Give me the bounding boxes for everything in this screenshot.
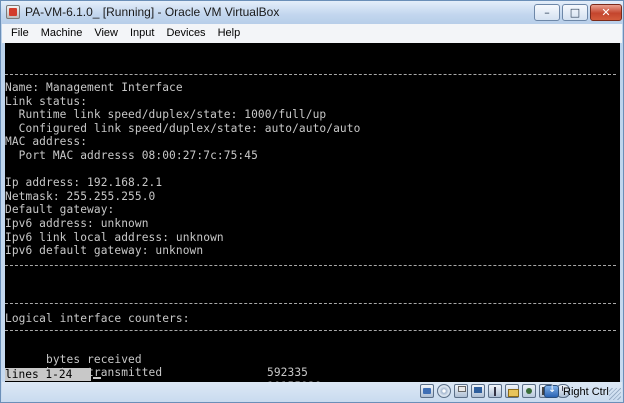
hard-disk-icon[interactable] xyxy=(420,384,434,398)
menu-bar: File Machine View Input Devices Help xyxy=(2,24,622,43)
maximize-button[interactable]: □ xyxy=(562,4,588,21)
menu-help[interactable]: Help xyxy=(212,24,247,43)
menu-file[interactable]: File xyxy=(2,24,35,43)
virtualbox-window: PA-VM-6.1.0_ [Running] - Oracle VM Virtu… xyxy=(0,0,624,403)
pager-status: lines 1-24 xyxy=(5,368,91,381)
title-bar[interactable]: PA-VM-6.1.0_ [Running] - Oracle VM Virtu… xyxy=(1,1,623,24)
counter-value: 592335 xyxy=(267,366,309,380)
window-title: PA-VM-6.1.0_ [Running] - Oracle VM Virtu… xyxy=(25,5,280,19)
resize-grip[interactable] xyxy=(609,388,621,400)
counter-row: bytes transmitted 10155939 xyxy=(5,353,616,382)
console-line: Configured link speed/duplex/state: auto… xyxy=(5,121,361,135)
keyboard-capture-icon xyxy=(544,384,559,398)
close-button[interactable]: ✕ xyxy=(590,4,622,21)
usb-icon[interactable] xyxy=(488,384,502,398)
separator-line xyxy=(5,265,616,266)
separator-line xyxy=(5,330,616,331)
host-key-indicator[interactable]: Right Ctrl xyxy=(544,384,609,398)
shared-folders-icon[interactable] xyxy=(505,384,519,398)
console-line: Name: Management Interface xyxy=(5,81,183,94)
menu-input[interactable]: Input xyxy=(124,24,160,43)
console-line: Ipv6 link local address: unknown xyxy=(5,230,224,244)
console-line: Default gateway: xyxy=(5,203,115,217)
console-line: Link status: xyxy=(5,94,88,108)
console-line: Ip address: 192.168.2.1 xyxy=(5,176,163,190)
console-line: Netmask: 255.255.255.0 xyxy=(5,189,156,203)
menu-machine[interactable]: Machine xyxy=(35,24,89,43)
console-line: Port MAC addresss 08:00:27:7c:75:45 xyxy=(5,149,258,162)
virtualbox-app-icon[interactable] xyxy=(6,5,20,19)
text-cursor xyxy=(93,377,101,379)
console-line: Ipv6 default gateway: unknown xyxy=(5,244,204,258)
counters-title: Logical interface counters: xyxy=(5,312,190,325)
separator-line xyxy=(5,74,616,75)
counter-row: bytes received 592335 xyxy=(5,339,616,380)
optical-disk-icon[interactable] xyxy=(437,384,451,398)
console-line: Runtime link speed/duplex/state: 1000/fu… xyxy=(5,108,327,122)
status-bar: Right Ctrl xyxy=(2,382,622,402)
vm-console-screen[interactable]: Name: Management Interface Link status: … xyxy=(5,43,620,382)
minimize-button[interactable]: – xyxy=(534,4,560,21)
console-line: Ipv6 address: unknown xyxy=(5,217,149,230)
host-key-label: Right Ctrl xyxy=(563,385,609,398)
floppy-icon[interactable] xyxy=(454,384,468,398)
console-line: MAC address: xyxy=(5,135,88,149)
separator-line xyxy=(5,303,616,304)
video-capture-icon[interactable] xyxy=(522,384,536,398)
network-icon[interactable] xyxy=(471,384,485,398)
menu-view[interactable]: View xyxy=(88,24,124,43)
menu-devices[interactable]: Devices xyxy=(160,24,211,43)
